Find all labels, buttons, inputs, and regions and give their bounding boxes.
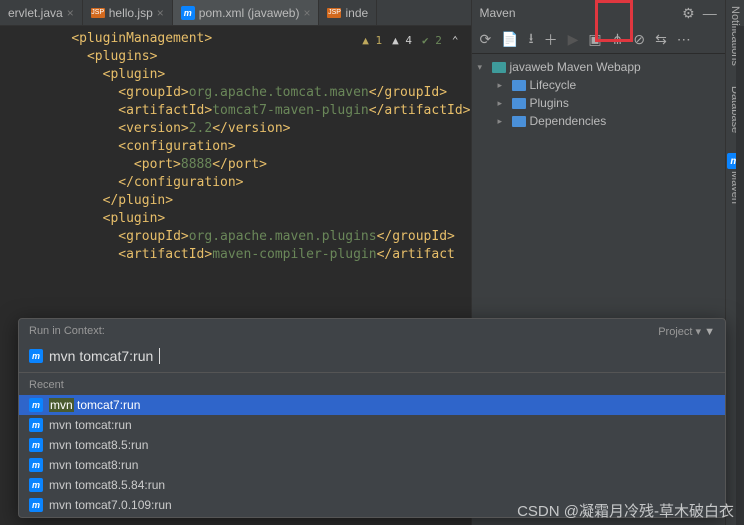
show-settings-icon[interactable]: ⇆ [655,31,667,48]
chevron-right-icon: ▸ [498,116,508,127]
recent-label: Recent [19,375,725,395]
maven-icon: m [181,6,195,20]
maven-icon: m [29,478,43,492]
panel-title: Maven [480,6,516,20]
inspection-indicators[interactable]: ▲ 1 ▲ 4 ✔ 2 ⌃ [362,32,458,50]
maven-icon: m [29,418,43,432]
check-icon: ✔ 2 [422,32,442,50]
maven-icon: m [29,498,43,512]
list-item[interactable]: m mvn tomcat7:run [19,395,725,415]
run-anything-popup: Run in Context: Project ▾ ▼ m mvn tomcat… [18,318,726,518]
warning-icon: ▲ 1 [362,32,382,50]
popup-title: Run in Context: [29,325,105,338]
tab-hello-jsp[interactable]: JSP hello.jsp × [83,0,173,25]
jsp-icon: JSP [327,8,341,18]
folder-icon [512,98,526,109]
tab-pom-xml[interactable]: m pom.xml (javaweb) × [173,0,320,25]
list-item[interactable]: mmvn tomcat8:run [19,455,725,475]
close-icon[interactable]: × [303,6,310,20]
close-icon[interactable]: × [67,6,74,20]
toggle-offline-icon[interactable]: ⋔ [612,31,624,48]
folder-icon [512,116,526,127]
more-icon[interactable]: ⋯ [677,31,691,48]
list-item[interactable]: mmvn tomcat:run [19,415,725,435]
skip-tests-icon[interactable]: ⊘ [633,31,645,48]
filter-icon[interactable]: ▼ [704,326,715,338]
weak-warning-icon: ▲ 4 [392,32,412,50]
maven-icon: m [29,438,43,452]
scrollbar[interactable] [736,26,744,525]
close-icon[interactable]: × [157,6,164,20]
jsp-icon: JSP [91,8,105,18]
download-icon[interactable]: ⭳ [529,28,534,52]
chevron-down-icon: ▾ [478,62,488,73]
reload-icon[interactable]: ⟳ [480,31,492,48]
editor-tabs: ervlet.java × JSP hello.jsp × m pom.xml … [0,0,471,26]
run-input[interactable]: m mvn tomcat7:run [19,344,725,372]
hide-icon[interactable]: — [703,5,717,22]
tab-index[interactable]: JSP inde [319,0,377,25]
gear-icon[interactable]: ⚙ [682,5,695,22]
chevron-right-icon: ▸ [498,80,508,91]
list-item[interactable]: mmvn tomcat7.0.109:run [19,495,725,515]
maven-icon: m [29,458,43,472]
chevron-right-icon: ▸ [498,98,508,109]
scope-selector[interactable]: Project ▾ [658,326,701,338]
execute-goal-icon[interactable]: ▣ [588,31,601,48]
maven-tree: ▾ javaweb Maven Webapp ▸ Lifecycle ▸ Plu… [472,54,725,134]
maven-toolbar: ⟳ 📄 ⭳ ＋ ▶ ▣ ⋔ ⊘ ⇆ ⋯ [472,26,725,54]
tree-dependencies[interactable]: ▸ Dependencies [472,112,725,130]
list-item[interactable]: mmvn tomcat8.5.84:run [19,475,725,495]
maven-icon: m [29,398,43,412]
tree-root[interactable]: ▾ javaweb Maven Webapp [472,58,725,76]
list-item[interactable]: mmvn tomcat8.5:run [19,435,725,455]
run-icon[interactable]: ▶ [568,31,579,48]
maven-icon: m [29,349,43,363]
tab-servlet-java[interactable]: ervlet.java × [0,0,83,25]
add-icon[interactable]: ＋ [544,30,558,50]
generate-sources-icon[interactable]: 📄 [501,31,518,48]
module-icon [492,62,506,73]
tree-lifecycle[interactable]: ▸ Lifecycle [472,76,725,94]
up-icon: ⌃ [452,32,459,50]
folder-icon [512,80,526,91]
tree-plugins[interactable]: ▸ Plugins [472,94,725,112]
